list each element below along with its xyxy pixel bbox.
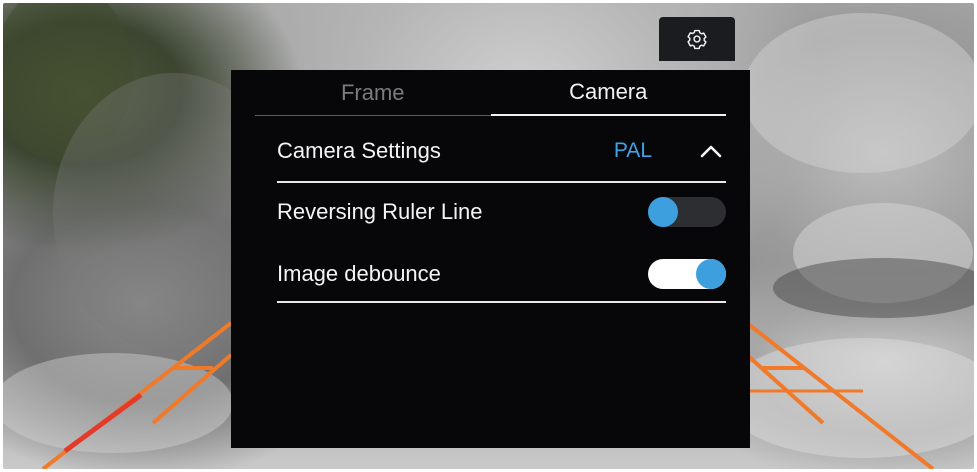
gear-icon bbox=[687, 29, 707, 50]
toggle-knob bbox=[648, 197, 678, 227]
image-debounce-label: Image debounce bbox=[277, 261, 441, 286]
image-debounce-row: Image debounce bbox=[277, 256, 726, 292]
reversing-ruler-line-label: Reversing Ruler Line bbox=[277, 199, 483, 224]
settings-panel: Frame Camera Camera Settings PAL Reversi… bbox=[231, 70, 750, 448]
divider bbox=[277, 301, 726, 303]
settings-button[interactable] bbox=[659, 17, 735, 61]
divider bbox=[277, 181, 726, 183]
camera-standard-value: PAL bbox=[613, 139, 652, 162]
toggle-knob bbox=[696, 259, 726, 289]
camera-settings-row[interactable]: Camera Settings PAL bbox=[277, 128, 726, 174]
chevron-up-icon[interactable] bbox=[696, 140, 726, 162]
tab-frame[interactable]: Frame bbox=[255, 70, 491, 116]
tab-camera[interactable]: Camera bbox=[490, 70, 726, 116]
image-debounce-toggle[interactable] bbox=[648, 259, 726, 289]
reversing-ruler-line-row: Reversing Ruler Line bbox=[277, 194, 726, 230]
rear-camera-view: Frame Camera Camera Settings PAL Reversi… bbox=[3, 3, 974, 469]
reversing-ruler-line-toggle[interactable] bbox=[648, 197, 726, 227]
camera-settings-label: Camera Settings bbox=[277, 138, 441, 163]
tab-bar: Frame Camera bbox=[255, 70, 726, 116]
